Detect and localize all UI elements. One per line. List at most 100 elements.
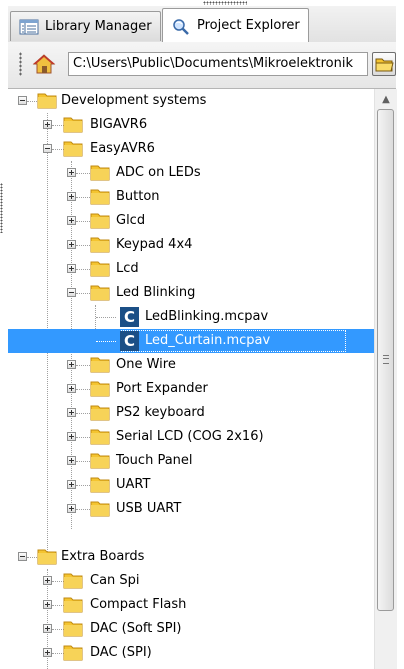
grip-icon [383,355,389,364]
tree-item-keypad-4x4[interactable]: Keypad 4x4 [8,233,374,257]
expand-toggle[interactable] [67,384,76,393]
tree-item-lcd[interactable]: Lcd [8,257,374,281]
arrow-up-icon: ▲ [382,93,390,105]
expand-toggle[interactable] [43,624,52,633]
tree-item-easyavr6[interactable]: EasyAVR6 [8,137,374,161]
tree-item-dac-spi[interactable]: DAC (SPI) [8,641,374,665]
folder-icon [63,644,83,661]
tree-item-adc-on-leds[interactable]: ADC on LEDs [8,161,374,185]
folder-icon [90,500,110,517]
expand-toggle[interactable] [67,360,76,369]
folder-icon [90,476,110,493]
expand-toggle[interactable] [67,264,76,273]
tab-library-manager-label: Library Manager [45,19,152,34]
expand-toggle[interactable] [43,600,52,609]
expand-toggle[interactable] [67,240,76,249]
tree-item-label: DAC (Soft SPI) [90,621,182,636]
browse-folder-button[interactable] [372,52,396,76]
expand-toggle[interactable] [67,432,76,441]
expand-toggle[interactable] [43,576,52,585]
panel-drag-grip[interactable] [203,1,247,5]
tree-item-can-spi[interactable]: Can Spi [8,569,374,593]
tree-item-label: DAC (SPI) [90,645,152,660]
toolbar-grip[interactable] [19,52,22,76]
home-icon [32,54,56,79]
tab-project-explorer[interactable]: Project Explorer [162,8,309,42]
tree-item-ps2-keyboard[interactable]: PS2 keyboard [8,401,374,425]
tree-item-led-blinking[interactable]: Led Blinking [8,281,374,305]
expand-toggle[interactable] [67,456,76,465]
scroll-up-button[interactable]: ▲ [375,89,397,109]
scrollbar-thumb[interactable] [377,109,394,611]
tree-item-label: UART [116,477,151,492]
folder-icon [37,548,57,565]
tree-item-label: Development systems [61,93,207,108]
tree-item-extra-boards[interactable]: Extra Boards [8,545,374,569]
collapse-toggle[interactable] [67,288,76,297]
panel-tab-bar: Library Manager Project Explorer [8,6,396,43]
tree-item-dac-soft-spi[interactable]: DAC (Soft SPI) [8,617,374,641]
tree-item-label: Extra Boards [61,549,145,564]
tree-scrollbar[interactable]: ▲ [374,89,397,669]
tree-item-touch-panel[interactable]: Touch Panel [8,449,374,473]
collapse-toggle[interactable] [18,552,27,561]
tree-item-label: BIGAVR6 [90,117,148,132]
tree-item-label: PS2 keyboard [116,405,205,420]
tree-item-label: Touch Panel [116,453,193,468]
home-button[interactable] [32,53,56,75]
library-icon [19,19,39,35]
panel-resize-grip[interactable] [0,183,3,233]
expand-toggle[interactable] [67,504,76,513]
tree-item-label: USB UART [116,501,182,516]
folder-icon [90,164,110,181]
folder-icon [63,116,83,133]
folder-icon [90,188,110,205]
tree-item-serial-lcd[interactable]: Serial LCD (COG 2x16) [8,425,374,449]
tree-item-label: Lcd [116,261,139,276]
tree-item-label: EasyAVR6 [90,141,155,156]
tree-item-usb-uart[interactable]: USB UART [8,497,374,521]
path-input[interactable]: C:\Users\Public\Documents\Mikroelektroni… [68,52,368,76]
expand-toggle[interactable] [43,648,52,657]
tree-item-uart[interactable]: UART [8,473,374,497]
project-file-icon: C [120,307,139,327]
tree-item-port-expander[interactable]: Port Expander [8,377,374,401]
expand-toggle[interactable] [67,408,76,417]
expand-toggle[interactable] [67,192,76,201]
tree-item-label: Compact Flash [90,597,187,612]
tree-item-label: LedBlinking.mcpav [145,309,269,324]
project-tree[interactable]: Development systems BIGAVR6 EasyAVR6 ADC… [8,89,374,669]
folder-icon [90,428,110,445]
tree-item-bigavr6[interactable]: BIGAVR6 [8,113,374,137]
tree-item-compact-flash[interactable]: Compact Flash [8,593,374,617]
folder-icon [90,404,110,421]
project-file-icon: C [120,331,139,351]
tree-item-label: Led Blinking [116,285,196,300]
folder-icon [90,380,110,397]
tree-item-one-wire[interactable]: One Wire [8,353,374,377]
folder-icon [90,284,110,301]
collapse-toggle[interactable] [43,144,52,153]
expand-toggle[interactable] [67,216,76,225]
tree-item-glcd[interactable]: Glcd [8,209,374,233]
tree-item-button[interactable]: Button [8,185,374,209]
tab-project-explorer-label: Project Explorer [197,18,300,33]
tree-item-development-systems[interactable]: Development systems [8,89,374,113]
tree-item-label: Keypad 4x4 [116,237,193,252]
tree-item-label: Button [116,189,160,204]
tab-library-manager[interactable]: Library Manager [10,11,161,41]
expand-toggle[interactable] [67,480,76,489]
folder-icon [37,92,57,109]
expand-toggle[interactable] [67,168,76,177]
folder-icon [63,596,83,613]
expand-toggle[interactable] [43,120,52,129]
tree-item-label: ADC on LEDs [116,165,201,180]
tree-item-label: Can Spi [90,573,140,588]
tree-item-label: Port Expander [116,381,208,396]
folder-icon [90,260,110,277]
collapse-toggle[interactable] [18,96,27,105]
tree-item-led-curtain-mcpav[interactable]: C Led_Curtain.mcpav [8,329,374,353]
tree-item-ledblinking-mcpav[interactable]: C LedBlinking.mcpav [8,305,374,329]
tree-item-label: Led_Curtain.mcpav [145,333,271,348]
folder-icon [63,140,83,157]
